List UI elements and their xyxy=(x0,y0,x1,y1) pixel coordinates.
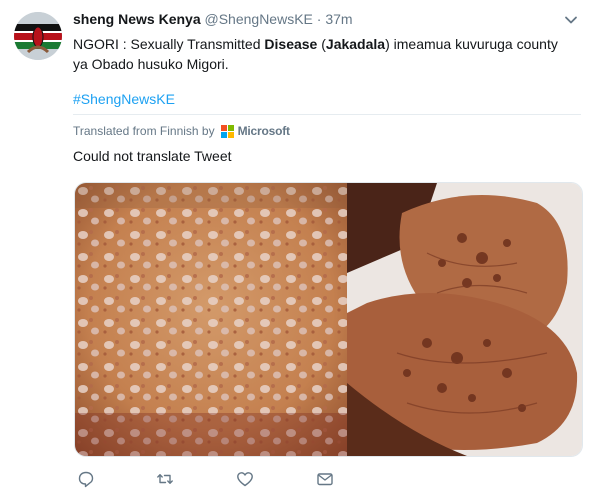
hashtag-link[interactable]: #ShengNewsKE xyxy=(73,91,175,107)
reply-button[interactable] xyxy=(77,468,95,490)
translation-attribution: Translated from Finnish by Microsoft xyxy=(73,124,290,138)
tweet-text-part: NGORI : Sexually Transmitted xyxy=(73,36,265,52)
tweet-media[interactable] xyxy=(74,182,583,457)
media-image-right[interactable] xyxy=(347,183,582,456)
user-handle[interactable]: @ShengNewsKE xyxy=(205,11,313,27)
envelope-icon xyxy=(317,473,333,486)
like-button[interactable] xyxy=(236,468,254,490)
kenya-flag-avatar-icon xyxy=(14,12,62,60)
tweet-header: sheng News Kenya @ShengNewsKE · 37m xyxy=(73,11,561,27)
translate-message: Could not translate Tweet xyxy=(73,148,232,164)
translated-from-label: Translated from Finnish by xyxy=(73,124,215,138)
separator: · xyxy=(316,11,322,27)
tweet-text: NGORI : Sexually Transmitted Disease (Ja… xyxy=(73,34,573,74)
media-image-left[interactable] xyxy=(75,183,347,456)
microsoft-logo-icon xyxy=(220,124,234,138)
translator-name: Microsoft xyxy=(237,124,290,138)
chevron-down-icon[interactable] xyxy=(563,12,579,28)
direct-message-button[interactable] xyxy=(316,468,334,490)
reply-icon xyxy=(78,471,94,488)
display-name[interactable]: sheng News Kenya xyxy=(73,11,201,27)
timestamp[interactable]: 37m xyxy=(325,11,352,27)
heart-icon xyxy=(237,472,253,487)
tweet-text-part: ( xyxy=(317,36,326,52)
retweet-icon xyxy=(157,474,173,484)
tweet-text-bold: Disease xyxy=(264,36,318,52)
tweet-card[interactable]: sheng News Kenya @ShengNewsKE · 37m NGOR… xyxy=(0,0,595,498)
divider xyxy=(73,114,581,115)
tweet-text-bold: Jakadala xyxy=(325,36,386,52)
retweet-button[interactable] xyxy=(156,468,174,490)
avatar[interactable] xyxy=(14,12,62,60)
tweet-actions xyxy=(73,468,373,490)
